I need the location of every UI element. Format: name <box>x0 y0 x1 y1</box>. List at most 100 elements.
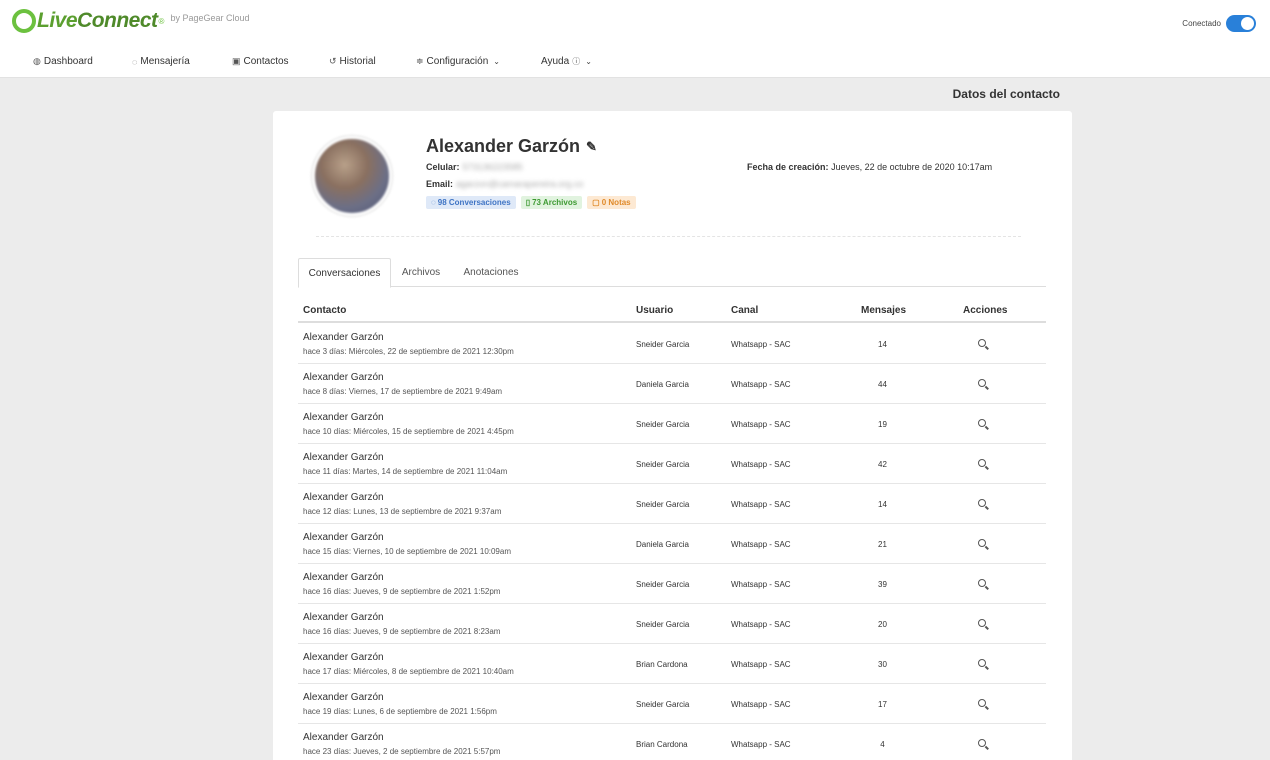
row-messages: 30 <box>878 660 887 669</box>
tab-anotaciones[interactable]: Anotaciones <box>458 258 524 287</box>
row-contact-name: Alexander Garzón <box>303 612 384 623</box>
row-date: hace 12 días: Lunes, 13 de septiembre de… <box>303 507 502 516</box>
connection-label: Conectado <box>1182 19 1221 28</box>
search-icon <box>978 619 986 627</box>
nav-label: Ayuda <box>541 56 570 67</box>
note-icon: ▢ <box>592 198 600 207</box>
col-usuario[interactable]: Usuario <box>636 305 673 316</box>
row-date: hace 16 días: Jueves, 9 de septiembre de… <box>303 587 501 596</box>
table-row[interactable]: Alexander Garzón hace 11 días: Martes, 14… <box>298 444 1046 484</box>
connection-toggle[interactable] <box>1226 15 1256 32</box>
row-contact-name: Alexander Garzón <box>303 532 384 543</box>
row-user: Daniela Garcia <box>636 380 689 389</box>
row-user: Sneider Garcia <box>636 580 690 589</box>
row-user: Sneider Garcia <box>636 500 690 509</box>
toggle-knob <box>1241 17 1254 30</box>
table-row[interactable]: Alexander Garzón hace 23 días: Jueves, 2 … <box>298 724 1046 760</box>
logo-wordmark: LiveConnect <box>37 9 158 32</box>
nav-configuracion[interactable]: ≑ Configuración ⌄ <box>416 56 500 67</box>
table-row[interactable]: Alexander Garzón hace 8 días: Viernes, 17… <box>298 364 1046 404</box>
table-row[interactable]: Alexander Garzón hace 16 días: Jueves, 9 … <box>298 604 1046 644</box>
notes-badge[interactable]: ▢ 0 Notas <box>587 196 636 209</box>
nav-label: Mensajería <box>140 56 190 67</box>
table-row[interactable]: Alexander Garzón hace 15 días: Viernes, 1… <box>298 524 1046 564</box>
conversation-list: Alexander Garzón hace 3 días: Miércoles, … <box>298 324 1046 760</box>
row-channel: Whatsapp - SAC <box>731 540 791 549</box>
liveconnect-logo[interactable]: LiveConnect ® by PageGear Cloud <box>12 9 250 33</box>
avatar <box>312 136 392 216</box>
row-date: hace 17 días: Miércoles, 8 de septiembre… <box>303 667 514 676</box>
row-channel: Whatsapp - SAC <box>731 660 791 669</box>
edit-pencil-icon[interactable]: ✎ <box>586 139 597 155</box>
table-row[interactable]: Alexander Garzón hace 10 días: Miércoles,… <box>298 404 1046 444</box>
row-date: hace 11 días: Martes, 14 de septiembre d… <box>303 467 508 476</box>
files-badge[interactable]: ▯ 73 Archivos <box>520 196 583 209</box>
row-contact-name: Alexander Garzón <box>303 452 384 463</box>
nav-dashboard[interactable]: ◍ Dashboard <box>33 56 93 67</box>
row-channel: Whatsapp - SAC <box>731 500 791 509</box>
nav-label: Contactos <box>243 56 289 67</box>
table-row[interactable]: Alexander Garzón hace 16 días: Jueves, 9 … <box>298 564 1046 604</box>
page-title: Datos del contacto <box>952 87 1060 101</box>
badge-label: 0 Notas <box>601 198 631 207</box>
contact-name: Alexander Garzón ✎ <box>426 136 597 157</box>
row-date: hace 15 días: Viernes, 10 de septiembre … <box>303 547 511 556</box>
col-contacto[interactable]: Contacto <box>303 305 346 316</box>
view-conversation-button[interactable] <box>972 456 992 470</box>
creation-date: Fecha de creación: Jueves, 22 de octubre… <box>747 162 992 172</box>
row-channel: Whatsapp - SAC <box>731 580 791 589</box>
nav-contactos[interactable]: ▣ Contactos <box>232 56 289 67</box>
row-date: hace 23 días: Jueves, 2 de septiembre de… <box>303 747 501 756</box>
view-conversation-button[interactable] <box>972 416 992 430</box>
row-user: Daniela Garcia <box>636 540 689 549</box>
row-channel: Whatsapp - SAC <box>731 620 791 629</box>
table-row[interactable]: Alexander Garzón hace 12 días: Lunes, 13 … <box>298 484 1046 524</box>
nav-historial[interactable]: ↺ Historial <box>329 56 376 67</box>
search-icon <box>978 379 986 387</box>
main-nav: ◍ Dashboard ◌ Mensajería ▣ Contactos ↺ Histo… <box>0 56 1270 70</box>
row-contact-name: Alexander Garzón <box>303 332 384 343</box>
nav-mensajeria[interactable]: ◌ Mensajería <box>132 56 190 67</box>
view-conversation-button[interactable] <box>972 336 992 350</box>
search-icon <box>978 459 986 467</box>
tab-conversaciones[interactable]: Conversaciones <box>298 258 391 288</box>
search-icon <box>978 499 986 507</box>
dashboard-icon: ◍ <box>33 56 41 66</box>
table-row[interactable]: Alexander Garzón hace 19 días: Lunes, 6 d… <box>298 684 1046 724</box>
table-row[interactable]: Alexander Garzón hace 3 días: Miércoles, … <box>298 324 1046 364</box>
row-channel: Whatsapp - SAC <box>731 700 791 709</box>
row-channel: Whatsapp - SAC <box>731 460 791 469</box>
sliders-icon: ≑ <box>416 56 424 66</box>
col-mensajes[interactable]: Mensajes <box>861 305 906 316</box>
contact-card-icon: ▣ <box>232 56 241 66</box>
nav-ayuda[interactable]: Ayuda ⓘ ⌄ <box>541 56 592 67</box>
table-row[interactable]: Alexander Garzón hace 17 días: Miércoles,… <box>298 644 1046 684</box>
row-messages: 4 <box>880 740 885 749</box>
row-messages: 14 <box>878 500 887 509</box>
view-conversation-button[interactable] <box>972 696 992 710</box>
search-icon <box>978 659 986 667</box>
row-messages: 14 <box>878 340 887 349</box>
view-conversation-button[interactable] <box>972 656 992 670</box>
view-conversation-button[interactable] <box>972 576 992 590</box>
top-header: LiveConnect ® by PageGear Cloud Conectado… <box>0 0 1270 78</box>
col-acciones: Acciones <box>963 305 1008 316</box>
row-user: Sneider Garcia <box>636 340 690 349</box>
view-conversation-button[interactable] <box>972 496 992 510</box>
email-value: agarzon@camarapereira.org.co <box>456 179 584 189</box>
search-icon <box>978 539 986 547</box>
view-conversation-button[interactable] <box>972 616 992 630</box>
view-conversation-button[interactable] <box>972 736 992 750</box>
chat-icon: ◌ <box>132 56 138 67</box>
tab-archivos[interactable]: Archivos <box>391 258 451 287</box>
badge-label: 98 Conversaciones <box>437 198 511 207</box>
email-line: Email: agarzon@camarapereira.org.co <box>426 179 583 189</box>
col-canal[interactable]: Canal <box>731 305 758 316</box>
row-messages: 44 <box>878 380 887 389</box>
row-contact-name: Alexander Garzón <box>303 692 384 703</box>
conversations-badge[interactable]: ◌ 98 Conversaciones <box>426 196 516 209</box>
search-icon <box>978 699 986 707</box>
view-conversation-button[interactable] <box>972 536 992 550</box>
phone-label: Celular: <box>426 162 460 172</box>
view-conversation-button[interactable] <box>972 376 992 390</box>
